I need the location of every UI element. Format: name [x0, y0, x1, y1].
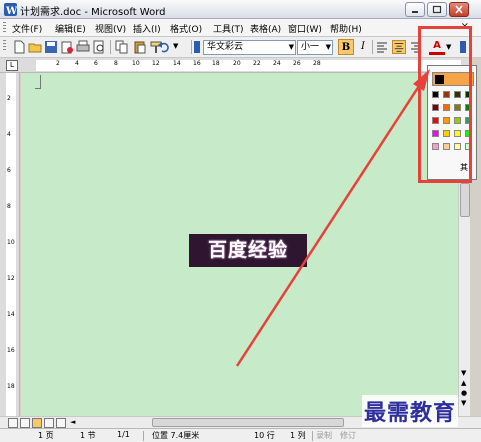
scroll-left-icon[interactable]: ◄: [70, 418, 75, 426]
status-column: 1 列: [290, 431, 306, 440]
web-layout-view-button[interactable]: [20, 418, 30, 428]
status-separator: [312, 431, 313, 441]
status-bar: 1 页 1 节 1/1 位置 7.4厘米 10 行 1 列 录制 修订: [0, 428, 481, 442]
outline-view-button[interactable]: [44, 418, 54, 428]
status-separator: [143, 431, 144, 441]
status-trk[interactable]: 修订: [340, 430, 356, 441]
status-section: 1 节: [80, 431, 96, 440]
status-position: 位置 7.4厘米: [152, 431, 200, 440]
status-line: 10 行: [254, 431, 275, 440]
status-page: 1 页: [38, 431, 54, 440]
print-layout-view-button[interactable]: [32, 418, 42, 428]
status-rec[interactable]: 录制: [316, 430, 332, 441]
reading-layout-button[interactable]: [56, 418, 66, 428]
normal-view-button[interactable]: [8, 418, 18, 428]
pointer-arrow-annotation: [235, 69, 430, 367]
horizontal-scroll-thumb[interactable]: [152, 418, 344, 427]
watermark-logo: 最需教育: [362, 395, 459, 427]
status-page-of: 1/1: [117, 430, 130, 439]
